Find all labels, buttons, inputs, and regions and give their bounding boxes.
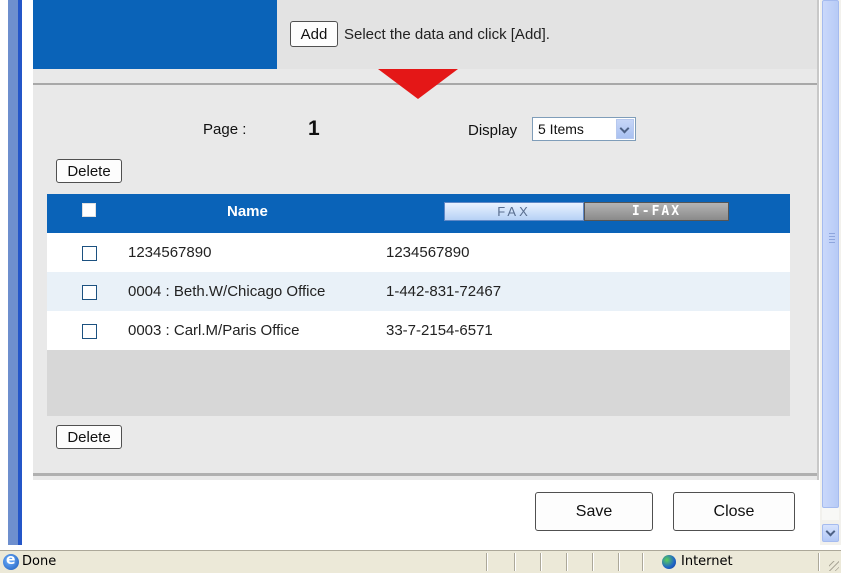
window-left-margin: [0, 0, 8, 545]
status-divider: [514, 553, 516, 571]
panel-right-edge: [817, 0, 819, 480]
page-label: Page :: [203, 121, 247, 138]
page-number: 1: [308, 117, 320, 140]
row-number: 1234567890: [386, 244, 470, 261]
table-row: 0004 : Beth.W/Chicago Office 1-442-831-7…: [47, 272, 790, 311]
resize-grip-icon[interactable]: [829, 561, 839, 571]
table-empty-area: [47, 350, 790, 416]
table-row: 1234567890 1234567890: [47, 233, 790, 272]
add-button[interactable]: Add: [290, 21, 338, 47]
row-name: 0004 : Beth.W/Chicago Office: [128, 283, 326, 300]
table-header: Name FAX I-FAX: [47, 194, 790, 233]
row-name: 0003 : Carl.M/Paris Office: [128, 322, 300, 339]
page-content: Add Select the data and click [Add]. Pag…: [22, 0, 820, 545]
row-checkbox[interactable]: [82, 246, 97, 261]
header-blue-block: [33, 0, 277, 69]
status-divider: [818, 553, 820, 571]
status-text: Done: [22, 554, 57, 569]
status-divider: [642, 553, 644, 571]
row-name: 1234567890: [128, 244, 212, 261]
table-row: 0003 : Carl.M/Paris Office 33-7-2154-657…: [47, 311, 790, 350]
status-divider: [540, 553, 542, 571]
zone-text: Internet: [681, 554, 733, 569]
chevron-down-icon[interactable]: [616, 119, 634, 139]
down-arrow-indicator: [378, 69, 458, 99]
close-button[interactable]: Close: [673, 492, 795, 531]
status-divider: [618, 553, 620, 571]
status-bar: Done Internet: [0, 550, 841, 573]
bottom-separator: [33, 473, 817, 476]
status-divider: [486, 553, 488, 571]
grip-icon: [829, 233, 835, 243]
row-checkbox[interactable]: [82, 285, 97, 300]
internet-globe-icon: [662, 555, 676, 569]
scroll-down-arrow-icon[interactable]: [822, 524, 839, 542]
tab-i-fax[interactable]: I-FAX: [584, 202, 729, 221]
delete-button-bottom[interactable]: Delete: [56, 425, 122, 449]
select-all-checkbox[interactable]: [82, 203, 96, 217]
save-button[interactable]: Save: [535, 492, 653, 531]
status-divider: [592, 553, 594, 571]
row-number: 1-442-831-72467: [386, 283, 502, 300]
row-number: 33-7-2154-6571: [386, 322, 493, 339]
status-divider: [566, 553, 568, 571]
ie-page-icon: [3, 552, 19, 570]
display-count-select[interactable]: 5 Items: [532, 117, 636, 141]
display-label: Display: [468, 122, 518, 139]
vertical-scrollbar[interactable]: [820, 0, 841, 545]
column-header-name: Name: [227, 203, 268, 220]
tab-fax[interactable]: FAX: [444, 202, 584, 221]
add-hint-text: Select the data and click [Add].: [344, 26, 550, 43]
display-count-value: 5 Items: [538, 121, 584, 137]
delete-button-top[interactable]: Delete: [56, 159, 122, 183]
row-checkbox[interactable]: [82, 324, 97, 339]
scroll-thumb[interactable]: [822, 0, 839, 508]
